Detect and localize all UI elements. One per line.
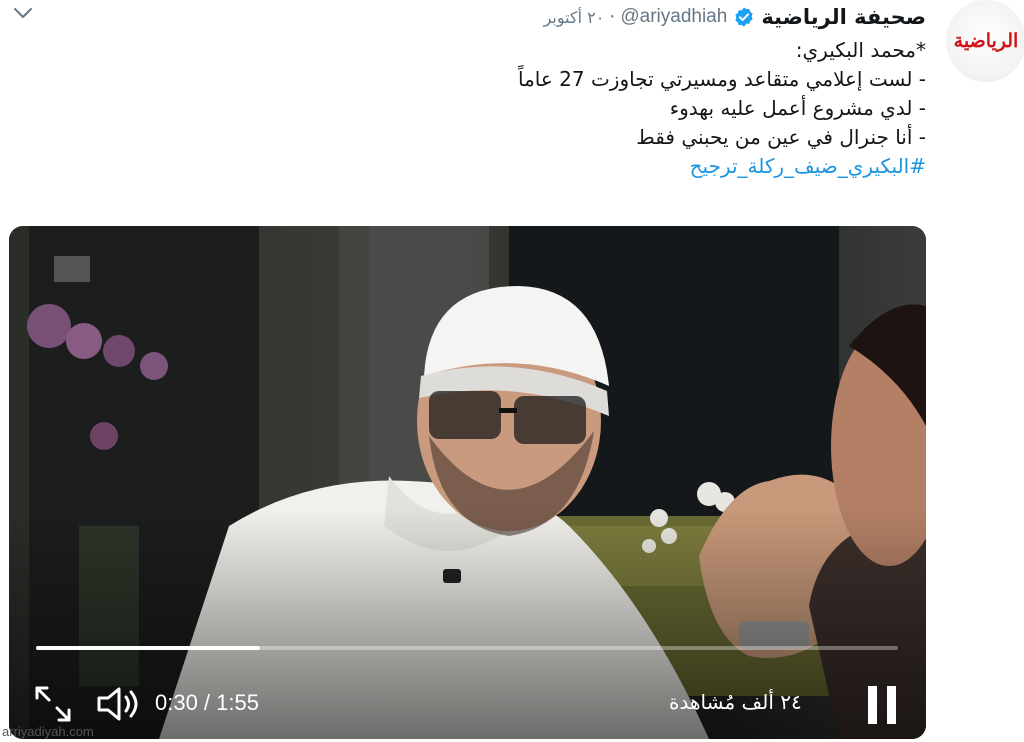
volume-icon[interactable] bbox=[95, 684, 143, 724]
tweet-line: - لست إعلامي متقاعد ومسيرتي تجاوزت 27 عا… bbox=[517, 67, 926, 91]
author-handle[interactable]: @ariyadhiah bbox=[620, 6, 727, 28]
chevron-down-icon[interactable] bbox=[12, 4, 34, 22]
author-name[interactable]: صحيفة الرياضية bbox=[761, 5, 926, 29]
site-watermark: arriyadiyah.com bbox=[2, 724, 94, 739]
tweet-line: - لدي مشروع أعمل عليه بهدوء bbox=[669, 96, 926, 120]
meta-separator: · bbox=[609, 6, 616, 28]
video-views: ٢٤ ألف مُشاهدة bbox=[669, 690, 802, 714]
hashtag-link[interactable]: #البكيري_ضيف_ركلة_ترجيح bbox=[518, 152, 926, 181]
expand-icon[interactable] bbox=[31, 682, 75, 726]
video-player[interactable]: 0:30 / 1:55 ٢٤ ألف مُشاهدة bbox=[9, 226, 926, 739]
tweet-header: صحيفة الرياضية @ariyadhiah · ٢٠ أكتوبر bbox=[544, 2, 926, 32]
tweet-line: *محمد البكيري: bbox=[795, 38, 926, 62]
video-progress-fill bbox=[36, 646, 261, 650]
video-progress-bar[interactable] bbox=[36, 646, 898, 650]
author-avatar[interactable]: الرياضية bbox=[946, 0, 1024, 82]
verified-badge-icon bbox=[735, 7, 753, 27]
tweet-date[interactable]: ٢٠ أكتوبر bbox=[544, 8, 605, 27]
video-frame bbox=[9, 226, 926, 739]
tweet-text: *محمد البكيري: - لست إعلامي متقاعد ومسير… bbox=[518, 36, 926, 181]
pause-icon[interactable] bbox=[864, 684, 900, 726]
video-time: 0:30 / 1:55 bbox=[155, 690, 259, 715]
tweet-line: - أنا جنرال في عين من يحبني فقط bbox=[636, 125, 926, 149]
avatar-logo-text: الرياضية bbox=[953, 30, 1020, 52]
